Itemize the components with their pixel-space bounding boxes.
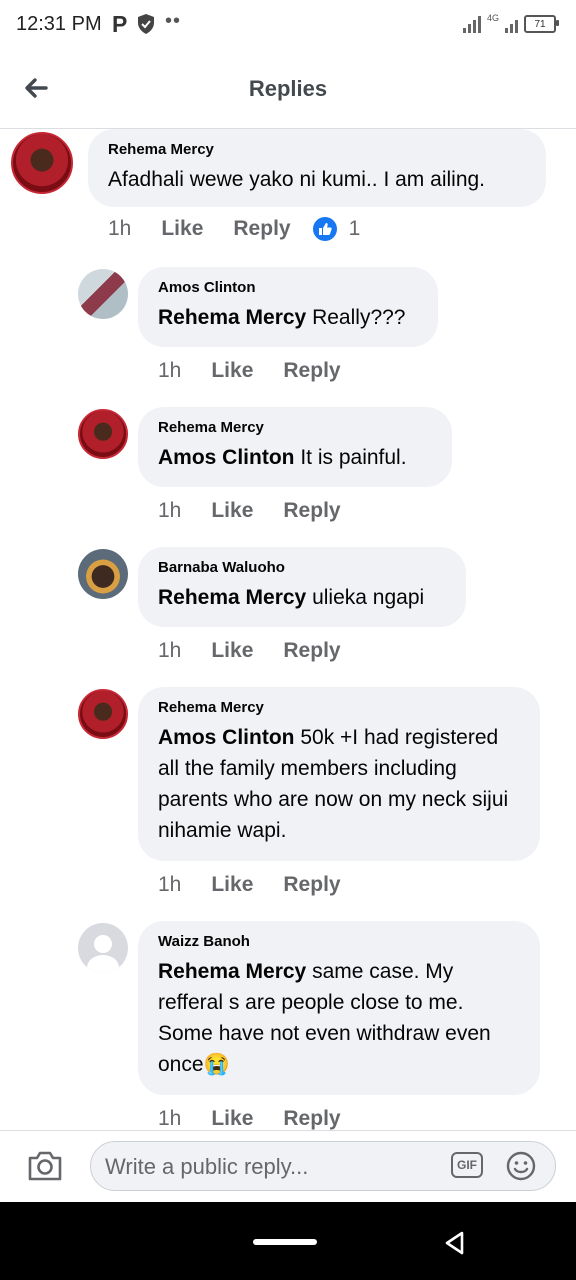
status-time: 12:31 PM xyxy=(16,13,102,35)
comment-author[interactable]: Rehema Mercy xyxy=(108,141,526,158)
comment-bubble[interactable]: Amos Clinton Rehema Mercy Really??? xyxy=(138,267,438,347)
like-button[interactable]: Like xyxy=(211,499,253,523)
reply-button[interactable]: Reply xyxy=(283,1107,340,1130)
battery-icon: 71 xyxy=(524,15,559,33)
status-right: 4G 71 xyxy=(462,12,559,36)
gif-button[interactable]: GIF xyxy=(451,1152,483,1178)
comment-body: ulieka ngapi xyxy=(306,586,425,609)
comment-time: 1h xyxy=(158,1107,182,1130)
avatar-head xyxy=(94,935,112,953)
reaction-count[interactable]: 1 xyxy=(349,217,361,241)
comment-author[interactable]: Waizz Banoh xyxy=(158,933,520,950)
comment-actions: 1h Like Reply xyxy=(158,639,341,663)
comment-text: Afadhali wewe yako ni kumi.. I am ailing… xyxy=(108,164,526,195)
comment: Rehema Mercy Afadhali wewe yako ni kumi.… xyxy=(0,129,576,259)
comment-actions: 1h Like Reply 1 xyxy=(108,217,360,241)
replies-header: Replies xyxy=(0,52,576,129)
comment-author[interactable]: Amos Clinton xyxy=(158,279,418,296)
comment: Barnaba Waluoho Rehema Mercy ulieka ngap… xyxy=(0,547,576,677)
reply-input-box[interactable]: GIF xyxy=(90,1141,556,1192)
comment-text: Amos Clinton It is painful. xyxy=(158,442,432,473)
comment-time: 1h xyxy=(158,499,182,522)
comment-text: Amos Clinton 50k +I had registered all t… xyxy=(158,722,520,846)
back-triangle-icon[interactable] xyxy=(441,1229,469,1257)
page-title: Replies xyxy=(248,76,328,101)
comment-bubble[interactable]: Rehema Mercy Afadhali wewe yako ni kumi.… xyxy=(88,129,546,207)
system-nav-bar xyxy=(0,1202,576,1280)
comment-bubble[interactable]: Barnaba Waluoho Rehema Mercy ulieka ngap… xyxy=(138,547,466,627)
comment-bubble[interactable]: Waizz Banoh Rehema Mercy same case. My r… xyxy=(138,921,540,1095)
comment: Rehema Mercy Amos Clinton It is painful.… xyxy=(0,407,576,537)
avatar[interactable] xyxy=(78,549,128,599)
comment-time: 1h xyxy=(158,639,182,662)
thumbs-up-icon[interactable] xyxy=(312,217,337,241)
reply-button[interactable]: Reply xyxy=(283,873,340,897)
avatar[interactable] xyxy=(11,132,73,194)
parking-app-icon: P xyxy=(112,11,128,37)
reply-button[interactable]: Reply xyxy=(283,359,340,383)
comment-actions: 1h Like Reply xyxy=(158,499,341,523)
mention[interactable]: Rehema Mercy xyxy=(158,960,306,983)
comment: Amos Clinton Rehema Mercy Really??? 1h L… xyxy=(0,267,576,397)
comment-time: 1h xyxy=(158,873,182,896)
signal-icon xyxy=(462,15,481,33)
like-button[interactable]: Like xyxy=(211,639,253,663)
comment-author[interactable]: Rehema Mercy xyxy=(158,699,520,716)
like-button[interactable]: Like xyxy=(211,1107,253,1130)
avatar-body xyxy=(87,955,119,973)
avatar[interactable] xyxy=(78,689,128,739)
comment-time: 1h xyxy=(158,359,182,382)
mention[interactable]: Amos Clinton xyxy=(158,446,295,469)
comment-author[interactable]: Barnaba Waluoho xyxy=(158,559,446,576)
thumbs-up-glyph xyxy=(318,223,332,235)
camera-icon[interactable] xyxy=(26,1149,64,1183)
comment-actions: 1h Like Reply xyxy=(158,873,341,897)
smiley-icon[interactable] xyxy=(505,1150,537,1182)
comment-actions: 1h Like Reply xyxy=(158,359,341,383)
notification-dots: •• xyxy=(165,10,182,32)
comment-author[interactable]: Rehema Mercy xyxy=(158,419,432,436)
comment-text: Rehema Mercy ulieka ngapi xyxy=(158,582,446,613)
comment-time: 1h xyxy=(108,217,132,240)
shield-icon xyxy=(138,14,154,34)
status-bar: 12:31 PM P •• 4G 71 xyxy=(0,0,576,52)
reply-button[interactable]: Reply xyxy=(283,499,340,523)
comment: Rehema Mercy Amos Clinton 50k +I had reg… xyxy=(0,687,576,913)
replies-thread[interactable]: Rehema Mercy Afadhali wewe yako ni kumi.… xyxy=(0,129,576,1130)
reply-button[interactable]: Reply xyxy=(233,217,290,241)
mention[interactable]: Rehema Mercy xyxy=(158,306,306,329)
reply-input[interactable] xyxy=(103,1142,437,1192)
network-type: 4G xyxy=(486,13,499,23)
comment-actions: 1h Like Reply xyxy=(158,1107,341,1130)
avatar[interactable] xyxy=(78,409,128,459)
comment-bubble[interactable]: Rehema Mercy Amos Clinton 50k +I had reg… xyxy=(138,687,540,861)
comment-body: Afadhali wewe yako ni kumi.. I am ailing… xyxy=(108,168,486,191)
home-pill[interactable] xyxy=(253,1239,317,1245)
comment-body: Really??? xyxy=(306,306,406,329)
comment: Waizz Banoh Rehema Mercy same case. My r… xyxy=(0,921,576,1130)
comment-body: It is painful. xyxy=(294,446,407,469)
signal-icon-2 xyxy=(505,15,518,33)
avatar[interactable] xyxy=(78,269,128,319)
like-button[interactable]: Like xyxy=(211,873,253,897)
avatar[interactable] xyxy=(78,923,128,973)
battery-level: 71 xyxy=(534,18,546,30)
like-button[interactable]: Like xyxy=(211,359,253,383)
mention[interactable]: Amos Clinton xyxy=(158,726,295,749)
comment-text: Rehema Mercy same case. My refferal s ar… xyxy=(158,956,520,1080)
like-button[interactable]: Like xyxy=(161,217,203,241)
comment-bubble[interactable]: Rehema Mercy Amos Clinton It is painful. xyxy=(138,407,452,487)
mention[interactable]: Rehema Mercy xyxy=(158,586,306,609)
reply-button[interactable]: Reply xyxy=(283,639,340,663)
reply-composer: GIF xyxy=(0,1130,576,1203)
comment-text: Rehema Mercy Really??? xyxy=(158,302,418,333)
